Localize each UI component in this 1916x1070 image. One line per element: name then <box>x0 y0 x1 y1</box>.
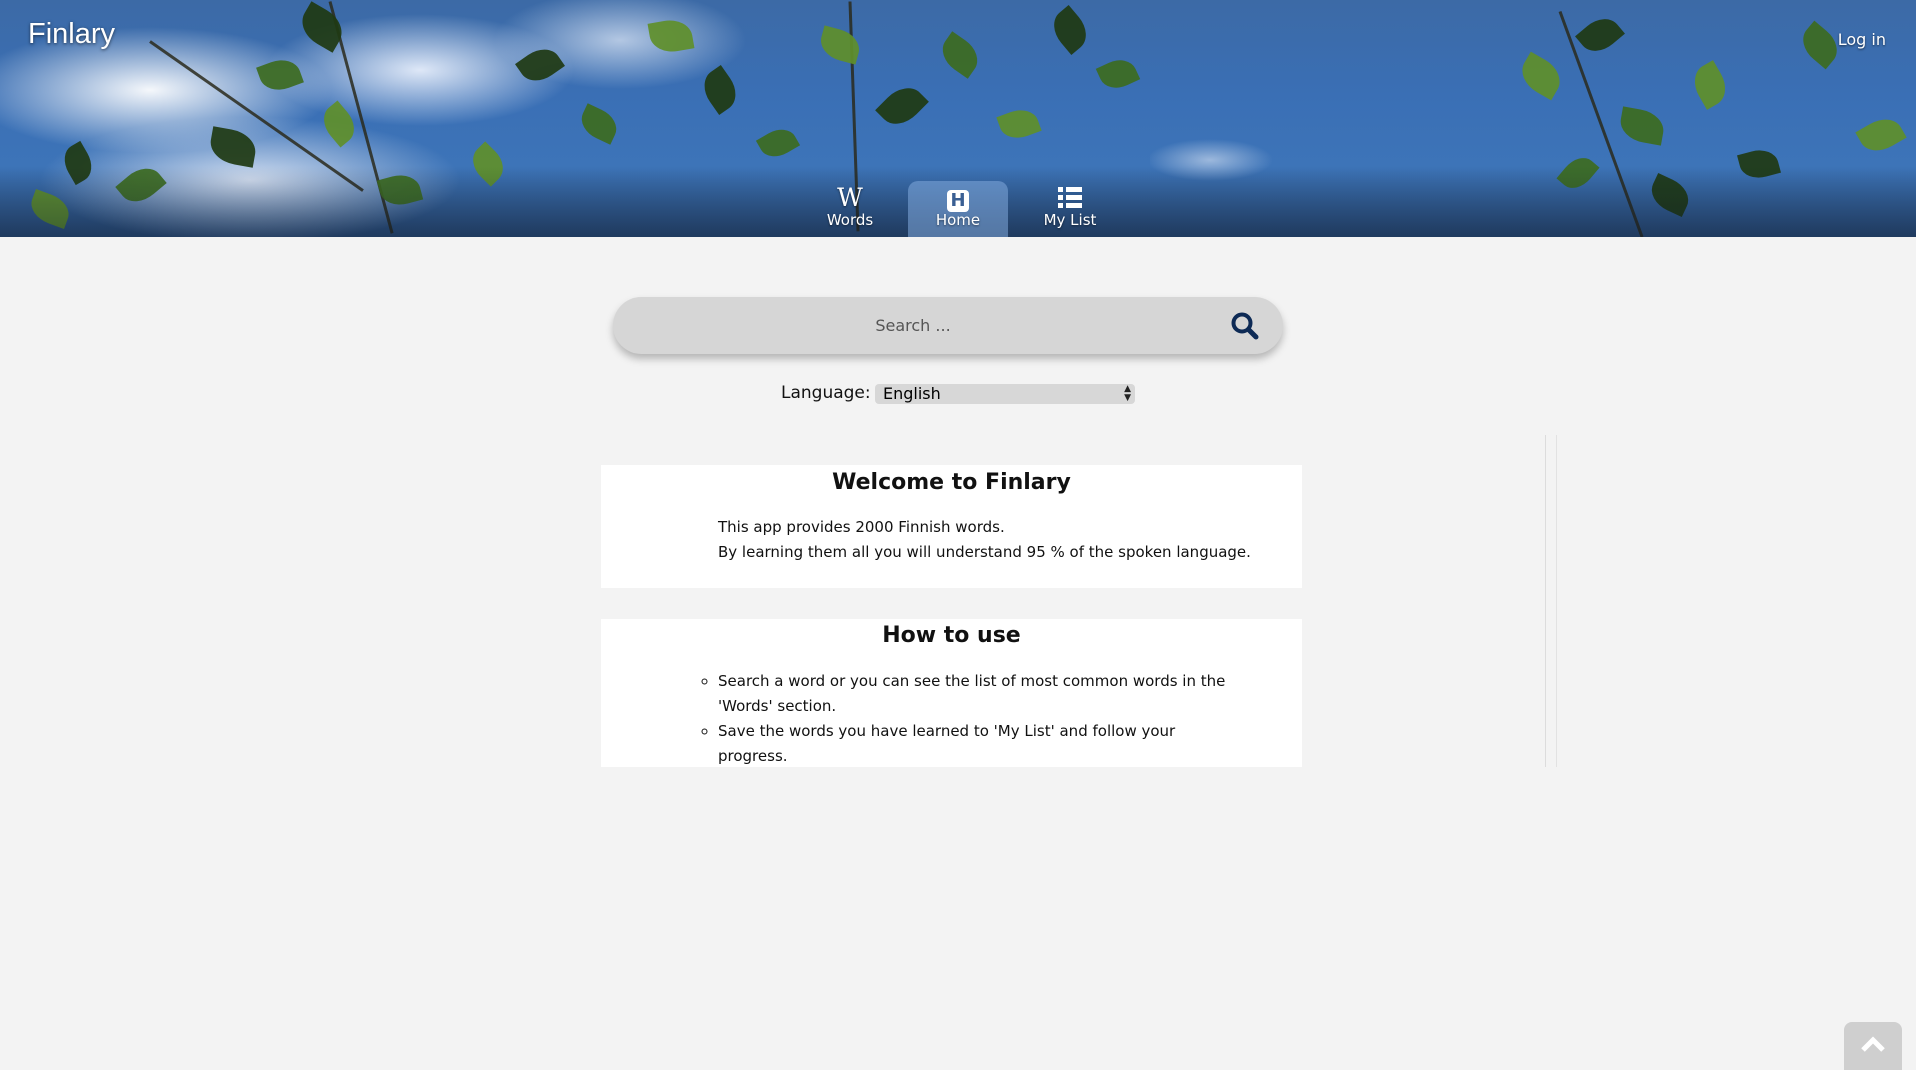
leaf <box>1095 53 1141 95</box>
leaf <box>1687 60 1733 110</box>
language-selected-value: English <box>883 384 941 403</box>
wikipedia-w-icon: W <box>837 183 863 212</box>
leaf <box>1617 106 1667 146</box>
welcome-line: This app provides 2000 Finnish words. <box>718 518 1005 536</box>
list-icon <box>1020 185 1120 211</box>
leaf <box>875 79 929 133</box>
nav-item-home[interactable]: H Home <box>908 181 1008 237</box>
language-select[interactable]: English ▲ ▼ <box>875 384 1135 404</box>
list-item: Save the words you have learned to 'My L… <box>718 719 1238 769</box>
search-input[interactable] <box>633 297 1193 354</box>
list-item: Search a word or you can see the list of… <box>718 669 1238 719</box>
chevron-up-icon <box>1861 1036 1885 1052</box>
how-to-use-title: How to use <box>882 623 1021 648</box>
nav-item-label: My List <box>1043 211 1097 229</box>
leaf <box>1514 51 1568 101</box>
leaf <box>1575 10 1625 60</box>
sidebar-divider <box>1545 435 1557 767</box>
search-icon[interactable] <box>1229 310 1261 342</box>
login-link[interactable]: Log in <box>1838 30 1886 49</box>
how-to-use-card: How to use Search a word or you can see … <box>601 619 1302 767</box>
nav-item-my-list[interactable]: My List <box>1020 181 1120 237</box>
nav-item-label: Home <box>935 211 981 229</box>
how-to-use-list: Search a word or you can see the list of… <box>718 669 1238 769</box>
language-row: Language: English ▲ ▼ <box>0 383 1916 409</box>
welcome-card: Welcome to Finlary This app provides 200… <box>601 465 1302 588</box>
app-brand[interactable]: Finlary <box>28 18 115 51</box>
leaf <box>1855 111 1907 159</box>
leaf <box>816 25 864 65</box>
select-arrows-icon: ▲ ▼ <box>1124 384 1131 403</box>
leaf <box>935 31 985 79</box>
leaf <box>996 104 1042 144</box>
search-bar <box>613 297 1283 354</box>
language-label: Language: <box>781 383 871 403</box>
welcome-title: Welcome to Finlary <box>832 470 1071 495</box>
main-nav: W Words H Home My List <box>0 181 1916 237</box>
home-h-icon: H <box>908 185 1008 212</box>
nav-item-words[interactable]: W Words <box>800 181 900 237</box>
scroll-to-top-button[interactable] <box>1844 1022 1902 1070</box>
nav-item-label: Words <box>826 211 874 229</box>
welcome-line: By learning them all you will understand… <box>718 543 1251 561</box>
leaf <box>1045 5 1095 55</box>
header-banner: Finlary Log in W Words H Home My List <box>0 0 1916 237</box>
